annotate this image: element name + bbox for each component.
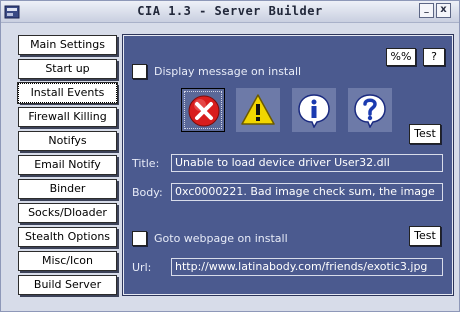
url-field[interactable]: http://www.latinabody.com/friends/exotic… [171, 258, 443, 276]
sidebar-item-notifys[interactable]: Notifys [18, 131, 117, 151]
display-message-checkbox[interactable] [132, 64, 147, 79]
sidebar-item-main-settings[interactable]: Main Settings [18, 35, 117, 55]
sidebar-item-stealth-options[interactable]: Stealth Options [18, 227, 117, 247]
sidebar-item-binder[interactable]: Binder [18, 179, 117, 199]
error-icon-option[interactable] [181, 88, 225, 132]
sidebar-item-misc-icon[interactable]: Misc/Icon [18, 251, 117, 271]
server-builder-window: CIA 1.3 - Server Builder _ x Main Settin… [0, 0, 460, 312]
display-message-label: Display message on install [154, 65, 302, 78]
title-label: Title: [132, 157, 160, 170]
body-label: Body: [132, 186, 163, 199]
goto-webpage-label: Goto webpage on install [154, 232, 288, 245]
install-events-panel: %% ? Display message on install Test Tit… [122, 34, 454, 296]
warning-icon [241, 94, 275, 125]
question-icon-option[interactable] [348, 88, 392, 132]
information-icon [298, 94, 330, 128]
sidebar-item-firewall-killing[interactable]: Firewall Killing [18, 107, 117, 127]
test-message-button[interactable]: Test [409, 124, 441, 144]
window-title: CIA 1.3 - Server Builder [137, 4, 323, 18]
sidebar-item-install-events[interactable]: Install Events [17, 82, 118, 104]
information-icon-option[interactable] [292, 88, 336, 132]
question-icon [354, 94, 386, 128]
sidebar-item-email-notify[interactable]: Email Notify [18, 155, 117, 175]
title-field[interactable]: Unable to load device driver User32.dll [171, 154, 443, 172]
test-webpage-button[interactable]: Test [409, 226, 441, 246]
percent-variables-button[interactable]: %% [386, 48, 416, 66]
warning-icon-option[interactable] [236, 88, 280, 132]
error-icon [188, 95, 220, 127]
sidebar-item-socks-dloader[interactable]: Socks/Dloader [18, 203, 117, 223]
body-field[interactable]: 0xc0000221. Bad image check sum, the ima… [171, 183, 443, 201]
goto-webpage-checkbox[interactable] [132, 231, 147, 246]
minimize-button[interactable]: _ [419, 3, 434, 18]
sidebar-item-build-server[interactable]: Build Server [18, 275, 117, 295]
sidebar-item-start-up[interactable]: Start up [18, 59, 117, 79]
close-button[interactable]: x [436, 3, 451, 18]
title-bar[interactable]: CIA 1.3 - Server Builder _ x [1, 1, 459, 23]
help-button[interactable]: ? [423, 48, 445, 66]
url-label: Url: [132, 261, 152, 274]
